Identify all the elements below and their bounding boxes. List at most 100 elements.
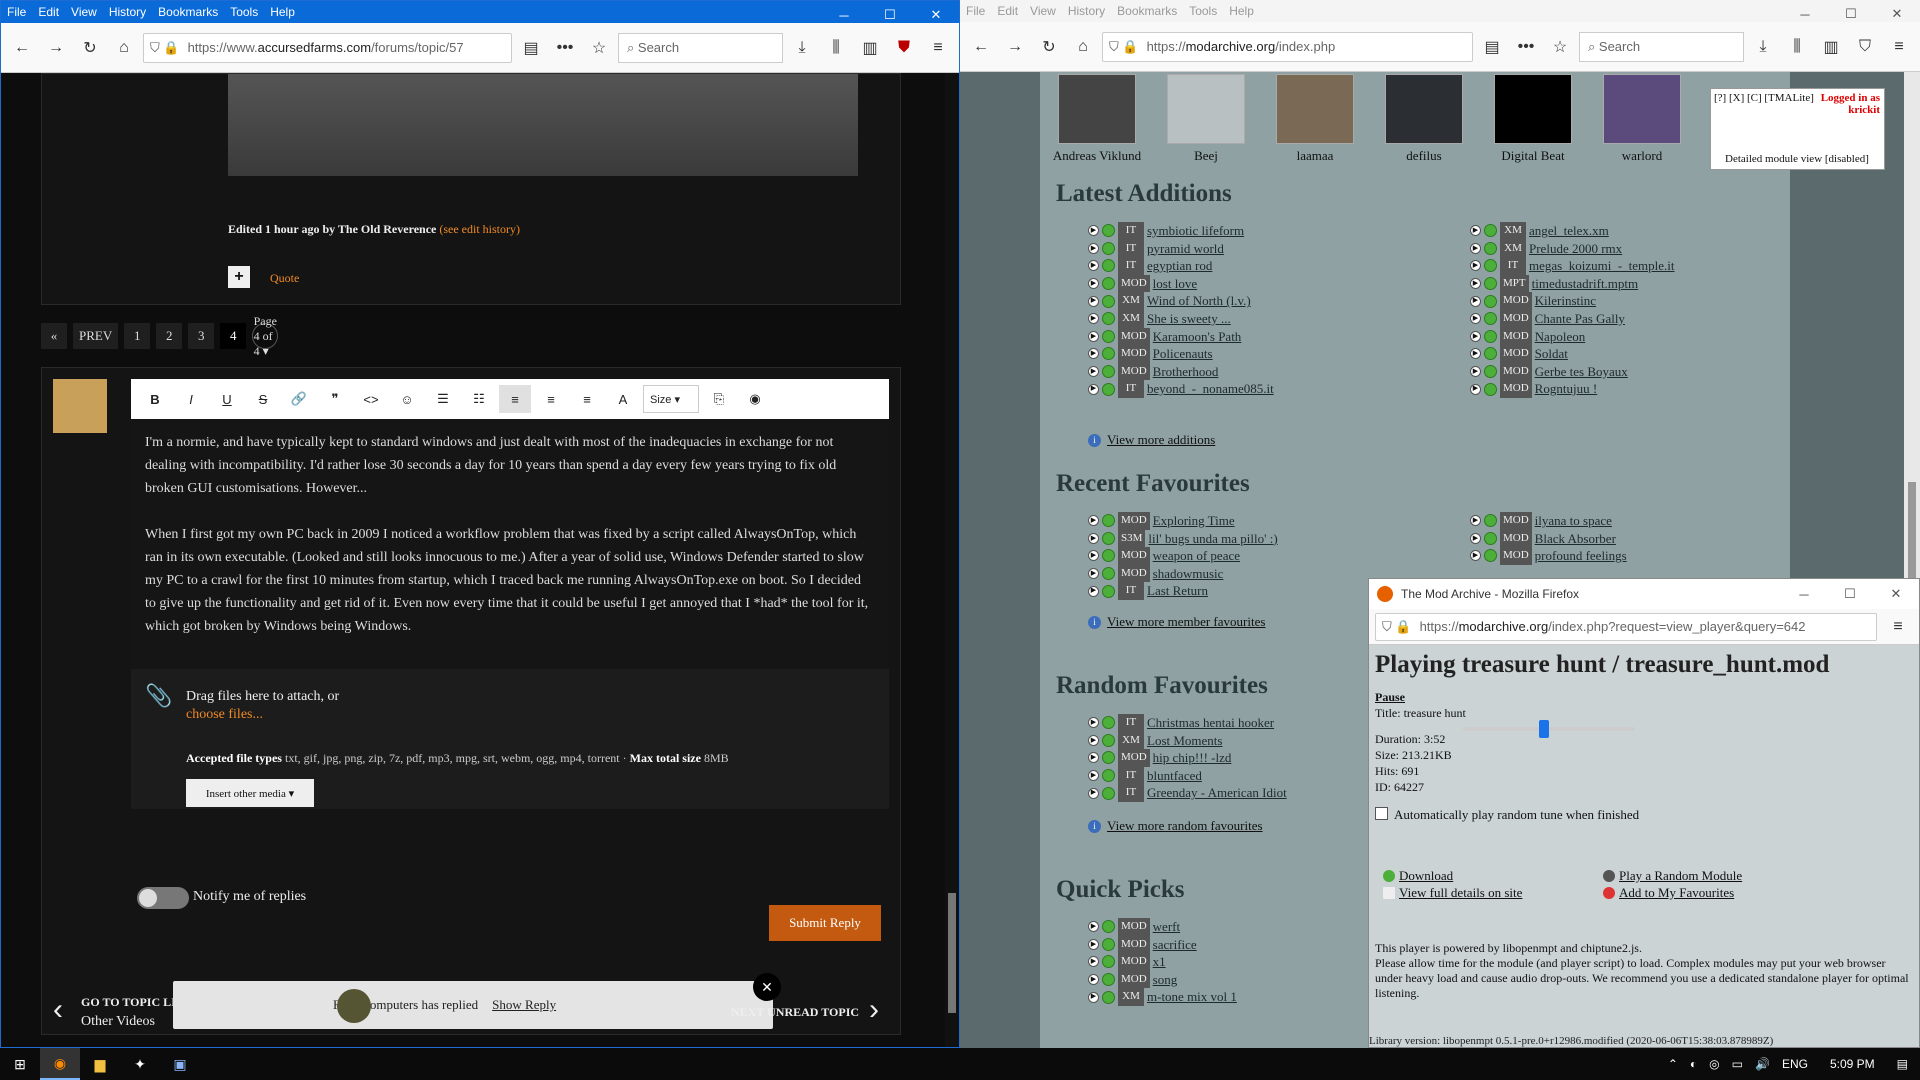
module-link[interactable]: Soldat	[1535, 345, 1568, 363]
favourite-artist[interactable]: warlord	[1597, 74, 1687, 164]
steam-icon[interactable]: ◎	[1709, 1057, 1719, 1071]
close-button[interactable]: ✕	[913, 1, 959, 29]
menu-edit[interactable]: Edit	[38, 5, 59, 19]
menu-view[interactable]: View	[1030, 4, 1056, 18]
play-icon[interactable]: ▶	[1470, 295, 1481, 307]
download-icon[interactable]	[1102, 990, 1115, 1004]
module-link[interactable]: weapon of peace	[1153, 547, 1240, 565]
scrollbar-thumb[interactable]	[1908, 482, 1916, 582]
download-icon[interactable]	[1484, 224, 1497, 238]
download-icon[interactable]	[1484, 329, 1497, 343]
module-link[interactable]: Policenauts	[1153, 345, 1213, 363]
insert-media-button[interactable]: Insert other media ▾	[186, 779, 314, 807]
download-icon[interactable]	[1484, 549, 1497, 563]
seek-slider[interactable]	[1463, 720, 1635, 738]
forward-icon[interactable]: →	[41, 33, 71, 63]
search-input[interactable]: ⌕ Search	[1579, 31, 1744, 62]
close-button[interactable]: ✕	[1873, 579, 1919, 609]
menu-history[interactable]: History	[1068, 4, 1105, 18]
windows-start-icon[interactable]: ⊞	[0, 1048, 40, 1080]
play-icon[interactable]: ▶	[1088, 313, 1099, 325]
menu-edit[interactable]: Edit	[997, 4, 1018, 18]
hamburger-menu-icon[interactable]: ≡	[1884, 32, 1914, 62]
preview-doc-icon[interactable]: ⎘	[703, 385, 735, 413]
module-link[interactable]: bluntfaced	[1147, 767, 1202, 785]
download-icon[interactable]	[1484, 514, 1497, 528]
notify-toggle[interactable]	[137, 887, 189, 909]
play-icon[interactable]: ▶	[1470, 532, 1481, 544]
module-link[interactable]: Lost Moments	[1147, 732, 1222, 750]
play-icon[interactable]: ▶	[1088, 938, 1099, 950]
search-input[interactable]: ⌕ Search	[618, 32, 783, 63]
download-icon[interactable]	[1102, 294, 1115, 308]
play-icon[interactable]: ▶	[1470, 330, 1481, 342]
hamburger-menu-icon[interactable]: ≡	[1883, 612, 1913, 642]
close-button[interactable]: ✕	[1874, 0, 1920, 28]
page-3-button[interactable]: 3	[188, 323, 215, 349]
play-icon[interactable]: ▶	[1088, 752, 1099, 764]
download-icon[interactable]	[1102, 973, 1115, 987]
play-icon[interactable]: ▶	[1088, 515, 1099, 527]
page-1-button[interactable]: 1	[124, 323, 151, 349]
strikethrough-button[interactable]: S	[247, 385, 279, 413]
play-icon[interactable]: ▶	[1088, 568, 1099, 580]
favourite-artist[interactable]: Andreas Viklund	[1052, 74, 1142, 164]
page-jump-dropdown[interactable]: Page 4 of 4 ▾	[252, 314, 279, 358]
play-icon[interactable]: ▶	[1470, 225, 1481, 237]
download-icon[interactable]	[1484, 347, 1497, 361]
download-icon[interactable]	[1102, 365, 1115, 379]
reply-editor[interactable]: I'm a normie, and have typically kept to…	[131, 419, 889, 669]
edit-history-link[interactable]: (see edit history)	[439, 222, 520, 236]
download-icon[interactable]	[1102, 567, 1115, 581]
menu-help[interactable]: Help	[270, 5, 295, 19]
underline-button[interactable]: U	[211, 385, 243, 413]
play-icon[interactable]: ▶	[1470, 366, 1481, 378]
forward-icon[interactable]: →	[1000, 32, 1030, 62]
shield-extension-icon[interactable]: ⛉	[1850, 32, 1880, 62]
view-more-additions-link[interactable]: View more additions	[1107, 432, 1215, 448]
download-icon[interactable]	[1484, 259, 1497, 273]
menu-tools[interactable]: Tools	[230, 5, 258, 19]
chevron-right-icon[interactable]: ›	[869, 993, 879, 1027]
quote-icon[interactable]: ❞	[319, 385, 351, 413]
play-icon[interactable]: ▶	[1088, 532, 1099, 544]
download-icon[interactable]	[1102, 786, 1115, 800]
module-link[interactable]: hip chip!!! -lzd	[1153, 749, 1232, 767]
download-icon[interactable]	[1102, 769, 1115, 783]
download-icon[interactable]	[1484, 312, 1497, 326]
address-bar[interactable]: ⛉ 🔒 https:// modarchive.org /index.php	[1102, 31, 1473, 62]
menu-help[interactable]: Help	[1229, 4, 1254, 18]
play-icon[interactable]: ▶	[1088, 991, 1099, 1003]
play-icon[interactable]: ▶	[1088, 295, 1099, 307]
download-icon[interactable]	[1484, 531, 1497, 545]
download-text[interactable]: Download	[1399, 867, 1453, 884]
detailed-view-toggle[interactable]: Detailed module view [disabled]	[1725, 153, 1869, 165]
module-link[interactable]: Gerbe tes Boyaux	[1535, 363, 1628, 381]
download-icon[interactable]	[1484, 294, 1497, 308]
module-link[interactable]: symbiotic lifeform	[1147, 222, 1244, 240]
tray-app-icon[interactable]: ◐	[1690, 1057, 1697, 1071]
app-taskbar-icon[interactable]: ✦	[120, 1048, 160, 1080]
full-details-link[interactable]: View full details on site	[1383, 884, 1522, 901]
maximize-button[interactable]: ☐	[867, 1, 913, 29]
play-icon[interactable]: ▶	[1470, 242, 1481, 254]
download-icon[interactable]	[1102, 584, 1115, 598]
play-icon[interactable]: ▶	[1088, 278, 1099, 290]
first-page-button[interactable]: «	[41, 323, 67, 349]
play-icon[interactable]: ▶	[1088, 225, 1099, 237]
reader-icon[interactable]: ▤	[1477, 32, 1507, 62]
maximize-button[interactable]: ☐	[1827, 579, 1873, 609]
download-icon[interactable]	[1102, 937, 1115, 951]
module-link[interactable]: profound feelings	[1535, 547, 1627, 565]
italic-button[interactable]: I	[175, 385, 207, 413]
align-left-icon[interactable]: ≡	[499, 385, 531, 413]
random-module-text[interactable]: Play a Random Module	[1619, 867, 1742, 884]
quote-plus-button[interactable]: +	[228, 266, 250, 288]
info-links[interactable]: [?] [X] [C] [TMALite]	[1714, 92, 1814, 104]
module-link[interactable]: shadowmusic	[1153, 565, 1224, 583]
menu-bookmarks[interactable]: Bookmarks	[1117, 4, 1177, 18]
play-icon[interactable]: ▶	[1470, 383, 1481, 395]
align-right-icon[interactable]: ≡	[571, 385, 603, 413]
download-icon[interactable]	[1484, 365, 1497, 379]
download-icon[interactable]	[1102, 277, 1115, 291]
